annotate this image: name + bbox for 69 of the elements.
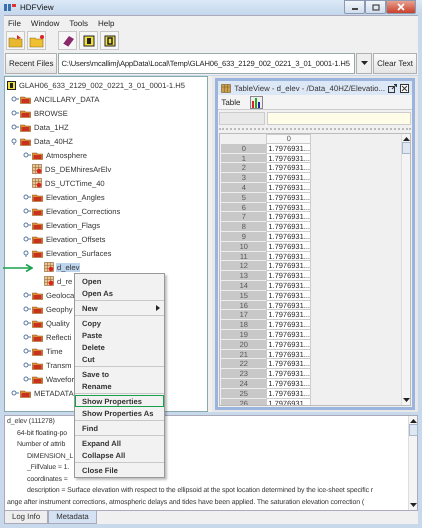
file-format-icon[interactable] [79,31,98,50]
folder-icon [20,122,31,132]
expand-handle-icon[interactable] [23,193,31,201]
expand-handle-icon[interactable] [23,235,31,243]
folder-icon [32,220,43,230]
chart-icon[interactable] [250,96,264,108]
collapse-handle-icon[interactable] [23,249,31,257]
submenu-arrow-icon [156,305,160,311]
scrollbar[interactable] [408,416,417,510]
dataset-icon [44,262,54,272]
expand-handle-icon[interactable] [23,333,31,341]
folder-icon [32,150,43,160]
expand-handle-icon[interactable] [23,151,31,159]
folder-icon [32,234,43,244]
menu-item[interactable]: Window [30,18,60,28]
folder-icon [32,290,43,300]
file-format-icon[interactable] [100,31,119,50]
folder-icon [32,206,43,216]
table-icon [221,84,232,92]
folder-icon [32,304,43,314]
expand-handle-icon[interactable] [11,389,19,397]
file-icon [7,80,16,90]
expand-handle-icon[interactable] [11,95,19,103]
menu-item[interactable]: Table [221,98,240,106]
dataset-icon [32,178,42,188]
folder-icon [32,332,43,342]
expand-handle-icon[interactable] [11,123,19,131]
dataset-icon [44,276,54,286]
app-logo-icon [4,3,16,12]
folder-icon [20,136,31,146]
menu-item[interactable]: File [8,18,21,28]
expand-handle-icon[interactable] [23,207,31,215]
clear-text-button[interactable]: Clear Text [373,52,417,74]
collapse-handle-icon[interactable] [11,137,19,145]
expand-handle-icon[interactable] [23,291,31,299]
folder-icon [32,374,43,384]
expand-handle-icon[interactable] [23,375,31,383]
dropdown-caret-icon[interactable] [360,61,368,65]
scroll-thumb[interactable] [402,142,410,154]
expand-handle-icon[interactable] [23,319,31,327]
menu-item[interactable]: Help [98,18,114,28]
expand-handle-icon[interactable] [23,221,31,229]
folder-icon [32,248,43,258]
close-icon[interactable] [400,84,409,92]
scroll-thumb[interactable] [408,424,418,436]
folder-icon [32,346,43,356]
folder-icon [32,360,43,370]
open-folder-icon[interactable] [6,31,25,50]
folder-icon [20,94,31,104]
cell-address-box [219,112,266,125]
folder-icon [32,318,43,328]
scroll-down-icon[interactable] [410,503,416,508]
menu-item[interactable]: Tools [69,18,88,28]
recent-files-button[interactable]: Recent Files [5,52,58,74]
maximize-icon[interactable] [388,84,397,92]
expand-handle-icon[interactable] [11,109,19,117]
scrollbar[interactable] [401,134,410,405]
cell-value-field[interactable] [267,112,411,125]
expand-handle-icon[interactable] [23,361,31,369]
folder-icon [32,192,43,202]
folder-icon[interactable] [27,31,46,50]
scroll-down-icon[interactable] [402,398,410,403]
dataset-icon [32,164,42,174]
maximize-icon[interactable] [372,4,380,10]
folder-icon [20,388,31,398]
expand-handle-icon[interactable] [23,305,31,313]
folder-icon [20,108,31,118]
window-title: HDFView [20,3,55,12]
expand-handle-icon[interactable] [23,347,31,355]
